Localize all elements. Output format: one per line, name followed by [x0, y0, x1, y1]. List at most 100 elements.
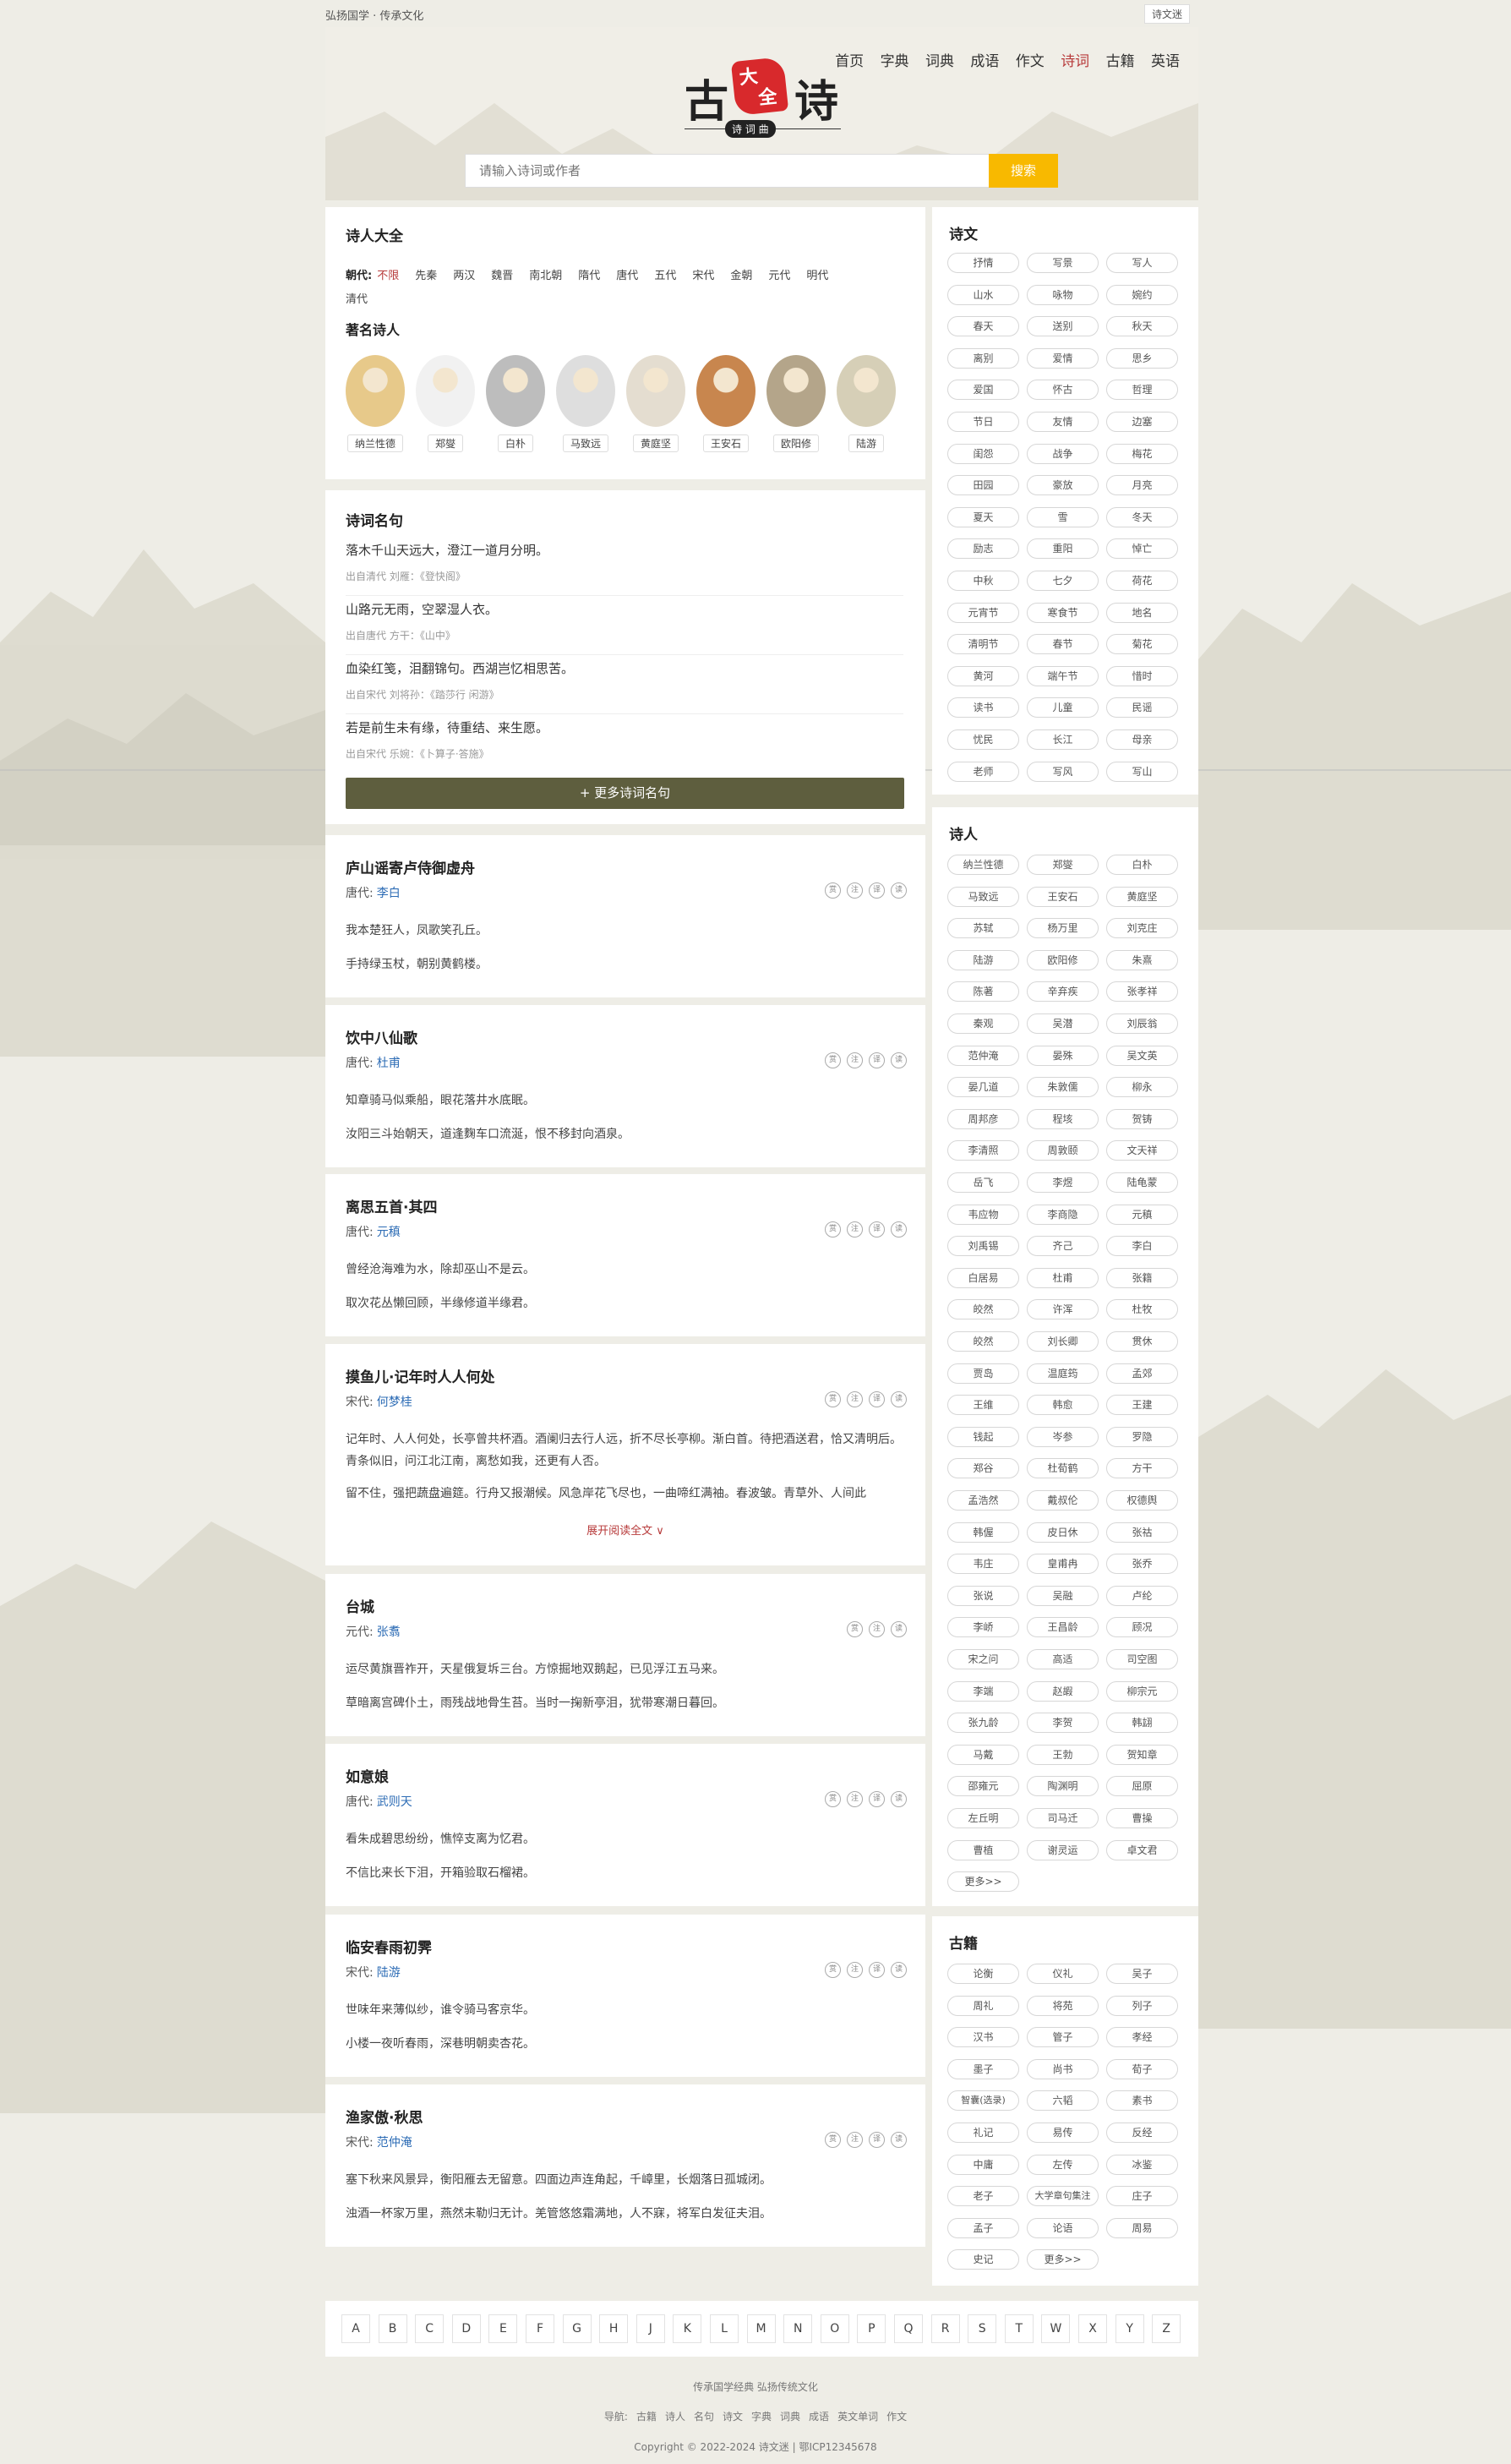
nav-poetry[interactable]: 诗词 — [1061, 53, 1089, 70]
letter-index-g[interactable]: G — [562, 2314, 592, 2343]
footer-nav-link[interactable]: 字典 — [751, 2411, 772, 2423]
sidebar-tag[interactable]: 闺怨 — [947, 443, 1019, 464]
letter-index-b[interactable]: B — [378, 2314, 407, 2343]
sidebar-tag[interactable]: 晏几道 — [947, 1077, 1019, 1098]
sidebar-tag[interactable]: 司马迁 — [1027, 1808, 1099, 1828]
sidebar-tag[interactable]: 朱熹 — [1106, 949, 1178, 970]
annotation-icon[interactable]: 注 — [847, 1962, 863, 1978]
translation-icon[interactable]: 译 — [869, 1052, 885, 1068]
sidebar-tag[interactable]: 杜牧 — [1106, 1299, 1178, 1320]
sidebar-tag[interactable]: 论衡 — [947, 1964, 1019, 1984]
read-aloud-icon[interactable]: 读 — [891, 882, 907, 899]
sidebar-tag[interactable]: 励志 — [947, 538, 1019, 560]
dynasty-item[interactable]: 金朝 — [730, 270, 752, 282]
dynasty-item[interactable]: 五代 — [654, 270, 676, 282]
sidebar-tag[interactable]: 吴潜 — [1027, 1013, 1099, 1034]
letter-index-w[interactable]: W — [1041, 2314, 1071, 2343]
sidebar-tag[interactable]: 婉约 — [1106, 284, 1178, 305]
sidebar-tag[interactable]: 范仲淹 — [947, 1045, 1019, 1066]
sidebar-tag[interactable]: 李商隐 — [1027, 1204, 1099, 1225]
annotation-icon[interactable]: 注 — [847, 1221, 863, 1237]
sidebar-tag[interactable]: 权德舆 — [1106, 1490, 1178, 1511]
sidebar-tag[interactable]: 孟子 — [947, 2217, 1019, 2238]
sidebar-tag[interactable]: 春天 — [947, 316, 1019, 337]
sidebar-tag[interactable]: 王安石 — [1027, 886, 1099, 907]
famous-poet[interactable]: 王安石 — [696, 355, 756, 452]
sidebar-tag[interactable]: 六韬 — [1027, 2090, 1099, 2112]
dynasty-item[interactable]: 宋代 — [692, 270, 714, 282]
sidebar-tag[interactable]: 皇甫冉 — [1027, 1554, 1099, 1575]
sidebar-tag[interactable]: 反经 — [1106, 2123, 1178, 2143]
more-link[interactable]: 更多>> — [1027, 2249, 1099, 2270]
appreciation-icon[interactable]: 赏 — [825, 1791, 841, 1807]
sidebar-tag[interactable]: 老子 — [947, 2186, 1019, 2207]
footer-nav-link[interactable]: 成语 — [809, 2411, 829, 2423]
sidebar-tag[interactable]: 刘辰翁 — [1106, 1013, 1178, 1034]
sidebar-tag[interactable]: 顾况 — [1106, 1617, 1178, 1638]
read-aloud-icon[interactable]: 读 — [891, 2132, 907, 2148]
famous-poet[interactable]: 白朴 — [486, 355, 545, 452]
sidebar-tag[interactable]: 贯休 — [1106, 1331, 1178, 1352]
sidebar-tag[interactable]: 民谣 — [1106, 697, 1178, 718]
quote-item[interactable]: 落木千山天远大，澄江一道月分明。 出自清代 刘雁：《登快阁》 — [346, 541, 903, 596]
sidebar-tag[interactable]: 爱情 — [1027, 347, 1099, 369]
poem-author[interactable]: 张翥 — [377, 1625, 401, 1639]
sidebar-tag[interactable]: 列子 — [1106, 1995, 1178, 2016]
sidebar-tag[interactable]: 王维 — [947, 1395, 1019, 1416]
footer-nav-link[interactable]: 名句 — [694, 2411, 714, 2423]
poem-title[interactable]: 渔家傲·秋思 — [346, 2106, 423, 2127]
sidebar-tag[interactable]: 皎然 — [947, 1299, 1019, 1320]
sidebar-tag[interactable]: 岑参 — [1027, 1426, 1099, 1447]
sidebar-tag[interactable]: 抒情 — [947, 253, 1019, 273]
letter-index-o[interactable]: O — [820, 2314, 849, 2343]
sidebar-tag[interactable]: 清明节 — [947, 634, 1019, 655]
sidebar-tag[interactable]: 罗隐 — [1106, 1426, 1178, 1447]
sidebar-tag[interactable]: 重阳 — [1027, 538, 1099, 560]
search-input[interactable] — [466, 155, 990, 187]
site-link[interactable]: 诗文迷 — [1143, 4, 1190, 24]
dynasty-item[interactable]: 明代 — [806, 270, 828, 282]
sidebar-tag[interactable]: 怀古 — [1027, 380, 1099, 401]
sidebar-tag[interactable]: 韩翃 — [1106, 1713, 1178, 1734]
sidebar-tag[interactable]: 韦庄 — [947, 1554, 1019, 1575]
sidebar-tag[interactable]: 端午节 — [1027, 665, 1099, 686]
poem-author[interactable]: 李白 — [377, 887, 401, 900]
sidebar-tag[interactable]: 郑燮 — [1027, 855, 1099, 875]
sidebar-tag[interactable]: 管子 — [1027, 2027, 1099, 2048]
sidebar-tag[interactable]: 月亮 — [1106, 475, 1178, 496]
famous-poet[interactable]: 郑燮 — [416, 355, 475, 452]
sidebar-tag[interactable]: 寒食节 — [1027, 602, 1099, 623]
sidebar-tag[interactable]: 白居易 — [947, 1267, 1019, 1288]
sidebar-tag[interactable]: 马戴 — [947, 1744, 1019, 1765]
appreciation-icon[interactable]: 赏 — [825, 1052, 841, 1068]
footer-nav-link[interactable]: 诗人 — [665, 2411, 685, 2423]
poem-title[interactable]: 饮中八仙歌 — [346, 1026, 417, 1047]
translation-icon[interactable]: 译 — [869, 1221, 885, 1237]
footer-nav-link[interactable]: 英文单词 — [837, 2411, 878, 2423]
letter-index-n[interactable]: N — [783, 2314, 813, 2343]
poem-title[interactable]: 临安春雨初霁 — [346, 1936, 432, 1957]
sidebar-tag[interactable]: 温庭筠 — [1027, 1363, 1099, 1384]
sidebar-tag[interactable]: 宋之问 — [947, 1649, 1019, 1669]
sidebar-tag[interactable]: 秦观 — [947, 1013, 1019, 1034]
sidebar-tag[interactable]: 张九龄 — [947, 1713, 1019, 1734]
more-quotes-button[interactable]: + 更多诗词名句 — [346, 778, 904, 809]
sidebar-tag[interactable]: 庄子 — [1106, 2186, 1178, 2207]
footer-nav-link[interactable]: 古籍 — [636, 2411, 657, 2423]
letter-index-t[interactable]: T — [1004, 2314, 1034, 2343]
dynasty-item[interactable]: 不限 — [377, 270, 399, 282]
quote-item[interactable]: 若是前生未有缘，待重结、来生愿。 出自宋代 乐婉：《卜算子·答施》 — [346, 718, 903, 769]
poem-author[interactable]: 范仲淹 — [377, 2136, 412, 2150]
letter-index-j[interactable]: J — [635, 2314, 665, 2343]
sidebar-tag[interactable]: 论语 — [1027, 2217, 1099, 2238]
sidebar-tag[interactable]: 周易 — [1106, 2217, 1178, 2238]
read-aloud-icon[interactable]: 读 — [891, 1791, 907, 1807]
letter-index-y[interactable]: Y — [1115, 2314, 1144, 2343]
nav-idioms[interactable]: 成语 — [970, 53, 999, 70]
poem-title[interactable]: 离思五首·其四 — [346, 1195, 437, 1216]
sidebar-tag[interactable]: 黄庭坚 — [1106, 886, 1178, 907]
sidebar-tag[interactable]: 朱敦儒 — [1027, 1077, 1099, 1098]
sidebar-tag[interactable]: 李峤 — [947, 1617, 1019, 1638]
letter-index-d[interactable]: D — [451, 2314, 481, 2343]
sidebar-tag[interactable]: 节日 — [947, 412, 1019, 432]
